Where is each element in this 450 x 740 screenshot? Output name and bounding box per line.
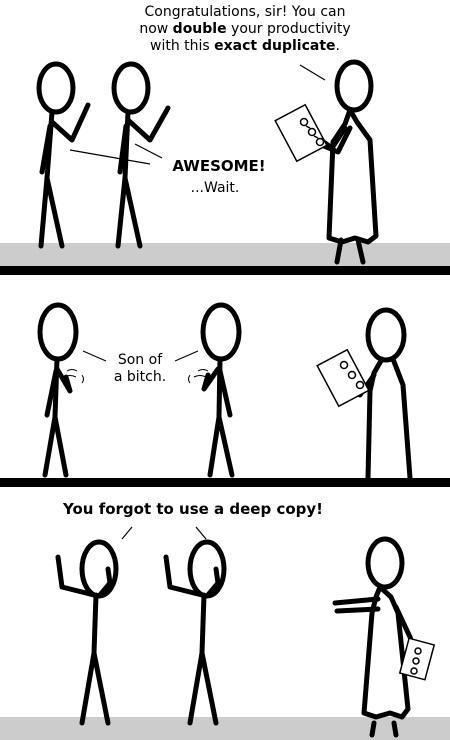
- speech-line-clone-right: [134, 143, 163, 159]
- caption-line-2-bold: double: [172, 21, 227, 37]
- caption-line-3: with this exact duplicate.: [110, 38, 380, 55]
- clone-figure-left: [36, 61, 91, 249]
- clipboard: [398, 637, 436, 681]
- panel-divider-1: [0, 266, 450, 275]
- scientist-figure: [332, 536, 419, 738]
- clone-figure-left: [37, 302, 79, 478]
- panel-3: You forgot to use a deep copy!: [0, 487, 450, 740]
- awesome-exclaim: AWESOME!: [172, 157, 266, 175]
- caption-line-3-post: .: [335, 38, 340, 54]
- speech-line-1: Son of: [117, 352, 163, 368]
- clone-figure-right: [163, 539, 227, 726]
- panel-1: Congratulations, sir! You can now double…: [0, 0, 450, 266]
- caption-line-3-pre: with this: [150, 38, 215, 54]
- caption-line-2-pre: now: [139, 21, 173, 37]
- floor: [0, 243, 450, 266]
- speech-line-right: [195, 526, 207, 540]
- caption-line-1: Congratulations, sir! You can: [144, 4, 346, 20]
- deep-copy-caption: You forgot to use a deep copy!: [63, 500, 323, 518]
- scientist-caption: Congratulations, sir! You can now double…: [110, 4, 380, 55]
- clipboard: [316, 348, 370, 408]
- wait-text: ...Wait.: [190, 180, 240, 196]
- caption-line-2-post: your productivity: [226, 21, 351, 37]
- panel-2-art: [37, 302, 413, 478]
- caption-line-3-bold: exact duplicate: [214, 38, 336, 54]
- floor: [0, 717, 450, 740]
- caption-line-2: now double your productivity: [110, 21, 380, 38]
- clone-figure-right: [200, 302, 242, 478]
- panel-divider-2: [0, 478, 450, 487]
- son-of-a-bitch-text: Son of a bitch.: [100, 352, 180, 386]
- speech-line-clone-left: [69, 149, 151, 165]
- speech-line-2: a bitch.: [113, 369, 167, 385]
- speech-line-left: [121, 526, 133, 540]
- panel-2: Son of a bitch.: [0, 275, 450, 478]
- speech-line-scientist: [299, 64, 326, 81]
- clipboard: [274, 103, 328, 163]
- panel-3-art: [0, 526, 450, 740]
- clone-figure-right: [111, 61, 171, 249]
- scientist-figure: [315, 59, 379, 265]
- clone-figure-left: [55, 539, 119, 726]
